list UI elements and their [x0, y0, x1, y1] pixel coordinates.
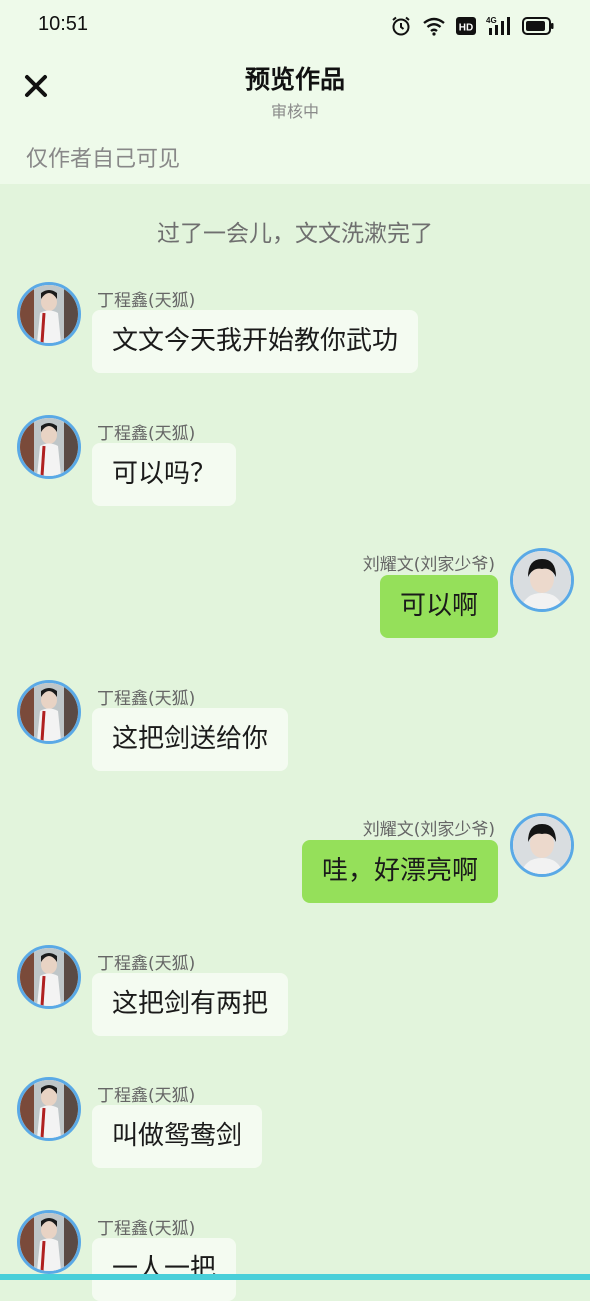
battery-icon [522, 16, 554, 36]
avatar[interactable] [17, 1210, 81, 1274]
signal-4g-icon: 4G [486, 15, 512, 37]
message-bubble[interactable]: 叫做鸳鸯剑 [92, 1105, 263, 1168]
narration-text: 过了一会儿，文文洗漱完了 [157, 221, 433, 247]
visibility-notice: 仅作者自己可见 [26, 147, 181, 172]
wifi-icon [422, 16, 446, 36]
message-bubble[interactable]: 这把剑送给你 [92, 708, 289, 771]
message-bubble[interactable]: 哇，好漂亮啊 [301, 840, 498, 903]
message-bubble[interactable]: 这把剑有两把 [92, 973, 289, 1036]
avatar[interactable] [510, 548, 574, 612]
avatar[interactable] [510, 813, 574, 877]
svg-text:HD: HD [459, 23, 473, 34]
sender-name: 丁程鑫(天狐) [97, 291, 196, 311]
message-bubble[interactable]: 一人一把 [92, 1238, 237, 1301]
svg-text:4G: 4G [486, 16, 497, 25]
sender-name: 丁程鑫(天狐) [97, 954, 196, 974]
message-bubble[interactable]: 可以啊 [379, 575, 498, 638]
sender-name: 丁程鑫(天狐) [97, 1086, 196, 1106]
status-icons: HD 4G [390, 13, 554, 39]
message-bubble[interactable]: 文文今天我开始教你武功 [92, 310, 419, 373]
alarm-icon [390, 15, 412, 37]
bottom-accent-strip [0, 1274, 590, 1280]
avatar[interactable] [17, 1077, 81, 1141]
sender-name: 刘耀文(刘家少爷) [362, 820, 495, 840]
sender-name: 刘耀文(刘家少爷) [362, 555, 495, 575]
sender-name: 丁程鑫(天狐) [97, 424, 196, 444]
hd-icon: HD [456, 16, 476, 36]
avatar[interactable] [17, 282, 81, 346]
status-time: 10:51 [38, 13, 89, 35]
top-nav-bar: 预览作品 审核中 [0, 52, 590, 128]
sender-name: 丁程鑫(天狐) [97, 689, 196, 709]
review-status: 审核中 [270, 102, 319, 121]
avatar[interactable] [17, 415, 81, 479]
avatar[interactable] [17, 945, 81, 1009]
visibility-notice-bar: 仅作者自己可见 [0, 128, 590, 184]
status-bar: 10:51 HD 4G [0, 0, 590, 52]
sender-name: 丁程鑫(天狐) [97, 1219, 196, 1239]
avatar[interactable] [17, 680, 81, 744]
page-title: 预览作品 [244, 65, 345, 94]
message-bubble[interactable]: 可以吗？ [92, 443, 237, 506]
